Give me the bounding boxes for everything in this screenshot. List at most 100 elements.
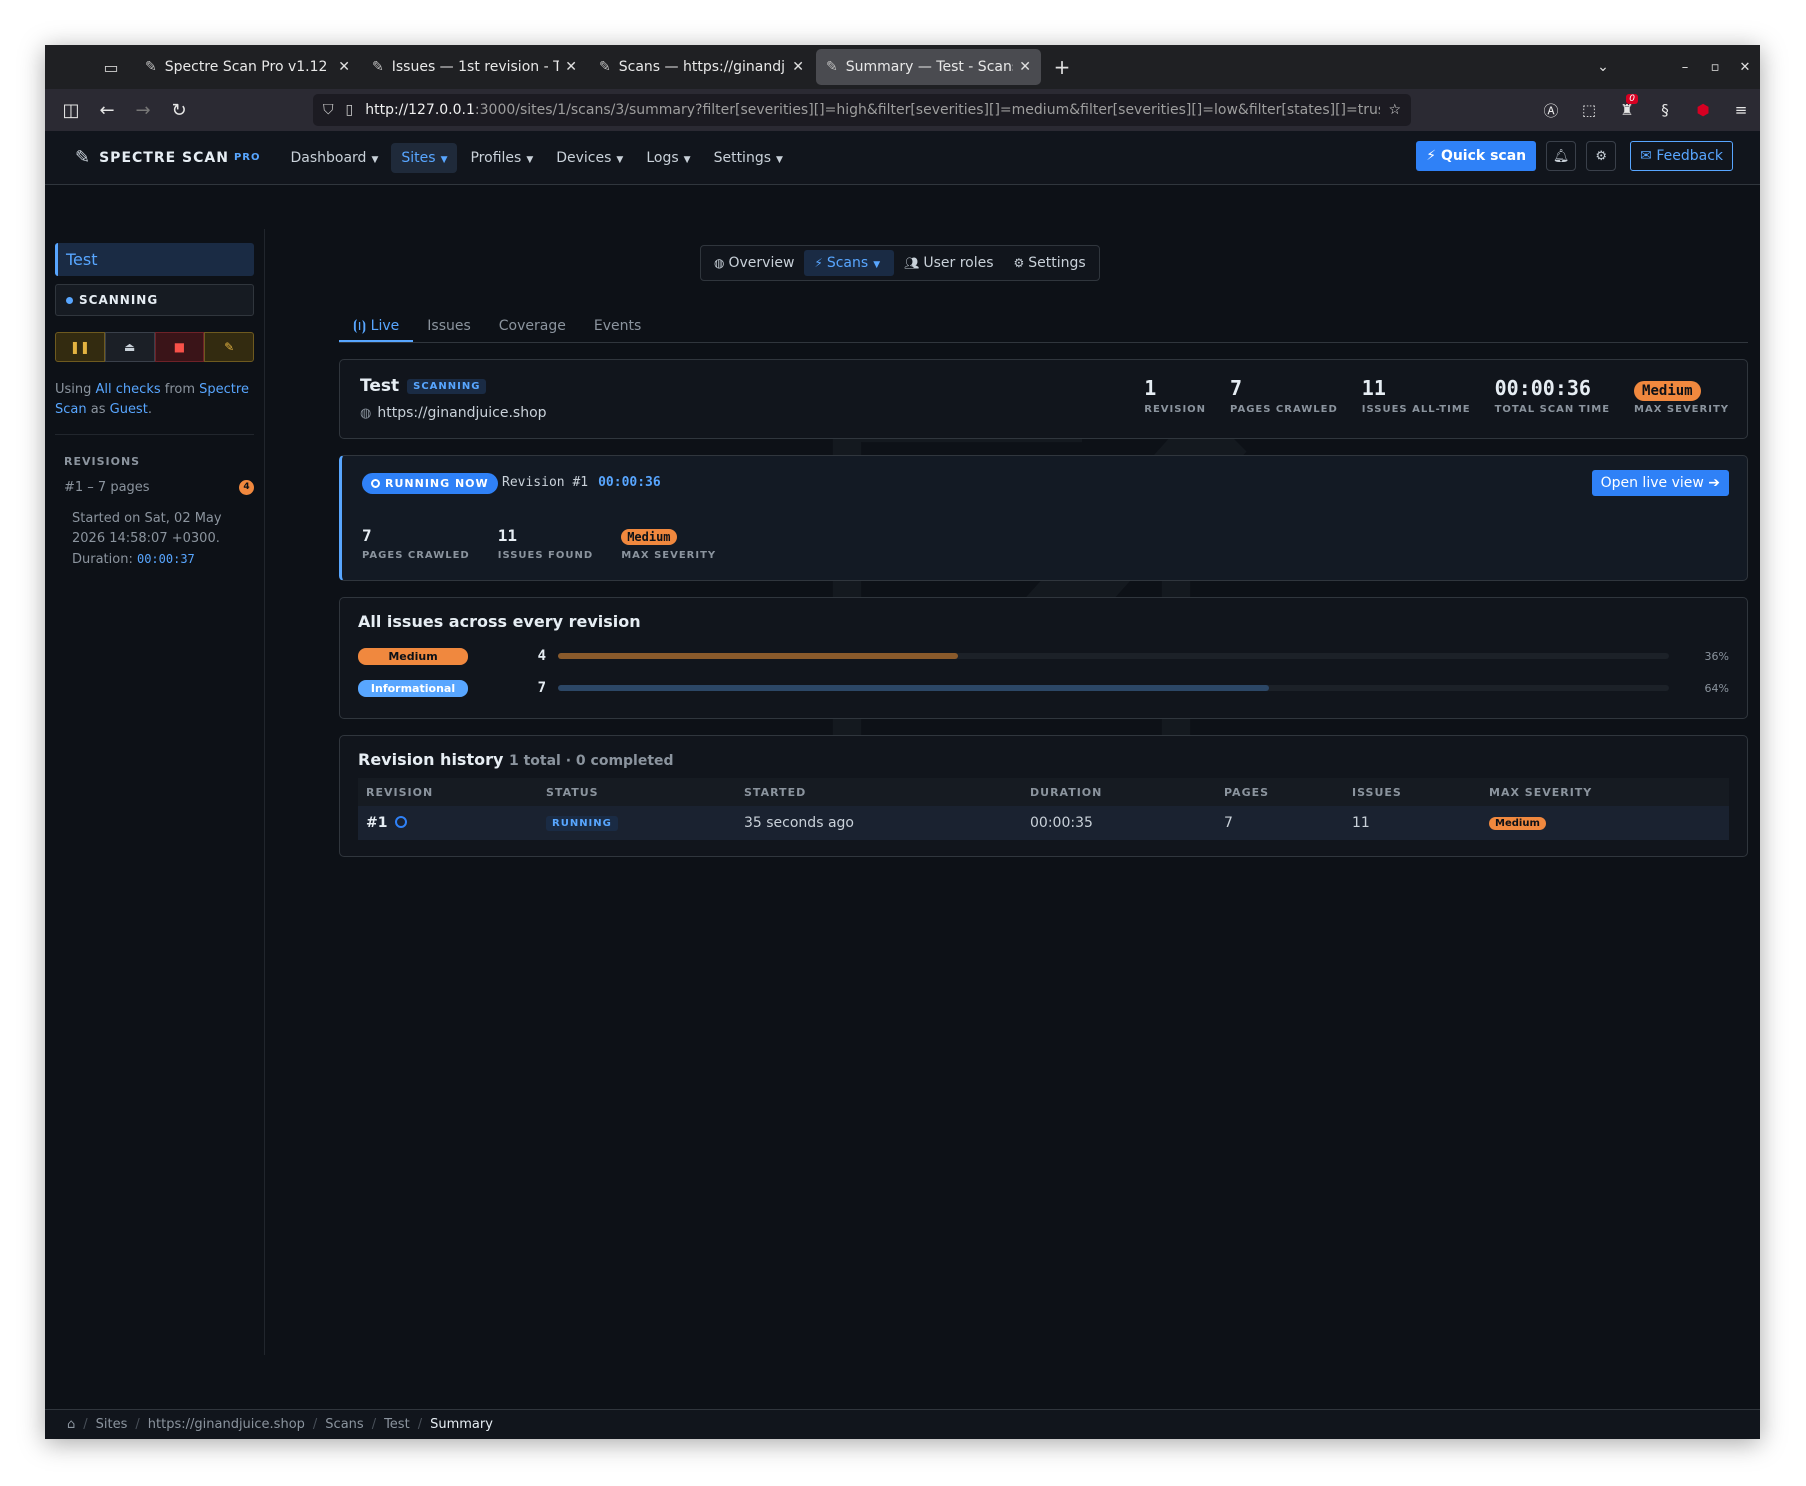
breadcrumb-item[interactable]: https://ginandjuice.shop [148,1417,305,1432]
menu-hamburger-icon[interactable]: ≡ [1722,101,1760,119]
cell-pages: 7 [1224,815,1233,831]
tab-issues[interactable]: Issues [413,311,485,342]
breadcrumb-item[interactable]: Scans [325,1417,363,1432]
menu-logs[interactable]: Logs ▼ [636,143,700,173]
stat-max-severity: Medium MAX SEVERITY [621,526,716,561]
shield-icon[interactable]: ⛉ [323,102,334,118]
back-icon[interactable]: ← [89,100,125,121]
scan-summary-card: Test SCANNING ◍ https://ginandjuice.shop 1… [339,359,1748,439]
severity-row-informational[interactable]: Informational 7 64% [358,678,1729,698]
severity-row-medium[interactable]: Medium 4 36% [358,646,1729,666]
column-header[interactable]: PAGES [1216,786,1344,799]
spinner-icon [395,816,408,828]
user-link[interactable]: Guest [110,402,148,417]
edit-icon: ✎ [224,340,235,354]
globe-icon: ◍ [360,406,372,421]
column-header[interactable]: STARTED [736,786,1022,799]
home-icon[interactable]: ⌂ [67,1417,75,1432]
ublock-icon[interactable]: ⬢ [1684,101,1722,119]
url-bar[interactable]: ⛉ ▯ http://127.0.0.1:3000/sites/1/scans/… [313,94,1411,126]
brand-logo[interactable]: ✎ SPECTRE SCAN PRO [75,147,260,168]
gear-icon: ⚙ [1595,148,1607,164]
subnav-overview[interactable]: ◍ Overview [704,250,804,276]
extensions-icon[interactable]: ⬚ [1570,101,1608,119]
open-live-view-button[interactable]: Open live view ➔ [1591,470,1729,496]
subnav-label: Overview [728,255,795,271]
forward-icon[interactable]: → [125,100,161,121]
cell-revision[interactable]: #1 [358,815,538,831]
theme-button[interactable]: ⚙ [1586,141,1617,171]
revision-history-card: Revision history 1 total · 0 completed R… [339,735,1748,857]
revision-issue-badge: 4 [239,480,254,495]
suspend-button[interactable]: ⏏ [104,332,155,362]
notification-extension-icon[interactable]: ♜ 0 [1608,94,1646,119]
bookmark-star-icon[interactable]: ☆ [1388,102,1401,118]
cell-duration: 00:00:35 [1030,815,1093,831]
close-tab-icon[interactable]: ✕ [1019,59,1031,75]
column-header[interactable]: ISSUES [1344,786,1481,799]
pause-icon: ❚❚ [69,340,90,354]
stat-label: PAGES CRAWLED [1230,404,1338,415]
maximize-icon[interactable]: ▫ [1700,60,1730,75]
browser-tab[interactable]: ✎ Issues — 1st revision - Test ✕ [362,49,587,85]
subnav-scans[interactable]: ⚡ Scans ▼ [804,250,895,276]
reload-icon[interactable]: ↻ [161,100,197,121]
severity-percent: 36% [1704,649,1729,663]
running-stats: 7 PAGES CRAWLED 11 ISSUES FOUND Medium MAX … [362,526,744,561]
stat-value: 1 [1144,376,1157,400]
new-tab-icon[interactable]: + [1045,55,1079,79]
column-header[interactable]: MAX SEVERITY [1481,786,1729,799]
feedback-button[interactable]: ✉ Feedback [1630,141,1733,171]
breadcrumb-item[interactable]: Sites [96,1417,128,1432]
revision-item-label: #1 – 7 pages [64,480,150,495]
column-header[interactable]: DURATION [1022,786,1216,799]
sync-icon[interactable]: § [1646,101,1684,119]
menu-sites[interactable]: Sites ▼ [391,142,458,173]
minimize-icon[interactable]: – [1670,60,1700,75]
table-row[interactable]: #1 RUNNING 35 seconds ago 00:00:35 7 11 … [358,806,1729,840]
extensions-area: Ⓐ ⬚ ♜ 0 § ⬢ ≡ [1532,89,1760,131]
menu-label: Sites [401,149,436,166]
notifications-button[interactable]: 🔔︎ [1546,141,1577,171]
browser-tab-active[interactable]: ✎ Summary — Test - Scans - ✕ [816,49,1041,85]
breadcrumb-item[interactable]: Test [384,1417,410,1432]
sidebar-site-name[interactable]: Test [55,243,254,276]
sidebar-toggle-icon[interactable]: ◫ [53,100,89,121]
edit-favicon-icon: ✎ [372,59,384,75]
menu-settings[interactable]: Settings ▼ [704,143,793,173]
column-header[interactable]: REVISION [358,786,538,799]
tab-title: Issues — 1st revision - Test [391,59,560,75]
revision-link[interactable]: #1 [366,815,387,831]
close-tab-icon[interactable]: ✕ [792,59,804,75]
close-tab-icon[interactable]: ✕ [338,59,350,75]
column-header[interactable]: STATUS [538,786,736,799]
list-all-tabs-icon[interactable]: ⌄ [1588,59,1618,75]
globe-icon: ◍ [714,256,725,270]
checks-link[interactable]: All checks [96,382,161,397]
close-window-icon[interactable]: ✕ [1730,60,1760,75]
menu-devices[interactable]: Devices ▼ [546,143,633,173]
history-subtitle: 1 total · 0 completed [508,753,674,769]
menu-dashboard[interactable]: Dashboard ▼ [280,143,388,173]
subnav-user-roles[interactable]: 👥︎ User roles [894,250,1003,276]
browser-tab[interactable]: ✎ Spectre Scan Pro v1.12 ✕ [135,49,360,85]
tab-live[interactable]: ⦗ı⦘ Live [339,311,414,342]
scan-url: ◍ https://ginandjuice.shop [360,405,547,421]
status-badge: RUNNING [546,815,618,831]
tab-coverage[interactable]: Coverage [485,311,580,342]
url-text[interactable]: http://127.0.0.1:3000/sites/1/scans/3/su… [365,102,1380,118]
revision-item[interactable]: #1 – 7 pages 4 [64,480,254,495]
stat-issues: 11 ISSUES ALL-TIME [1362,376,1471,415]
menu-profiles[interactable]: Profiles ▼ [460,143,543,173]
tab-overview-icon[interactable]: ▭ [89,45,133,89]
browser-tab[interactable]: ✎ Scans — https://ginandjuice ✕ [589,49,814,85]
abort-button[interactable]: ■ [154,332,205,362]
gear-icon: ⚙ [1013,256,1025,270]
close-tab-icon[interactable]: ✕ [565,59,577,75]
quick-scan-button[interactable]: ⚡ Quick scan [1416,141,1537,171]
edit-button[interactable]: ✎ [204,332,254,362]
pause-button[interactable]: ❚❚ [55,332,105,362]
subnav-settings[interactable]: ⚙ Settings [1004,250,1096,276]
account-icon[interactable]: Ⓐ [1532,100,1570,121]
tab-events[interactable]: Events [580,311,655,342]
